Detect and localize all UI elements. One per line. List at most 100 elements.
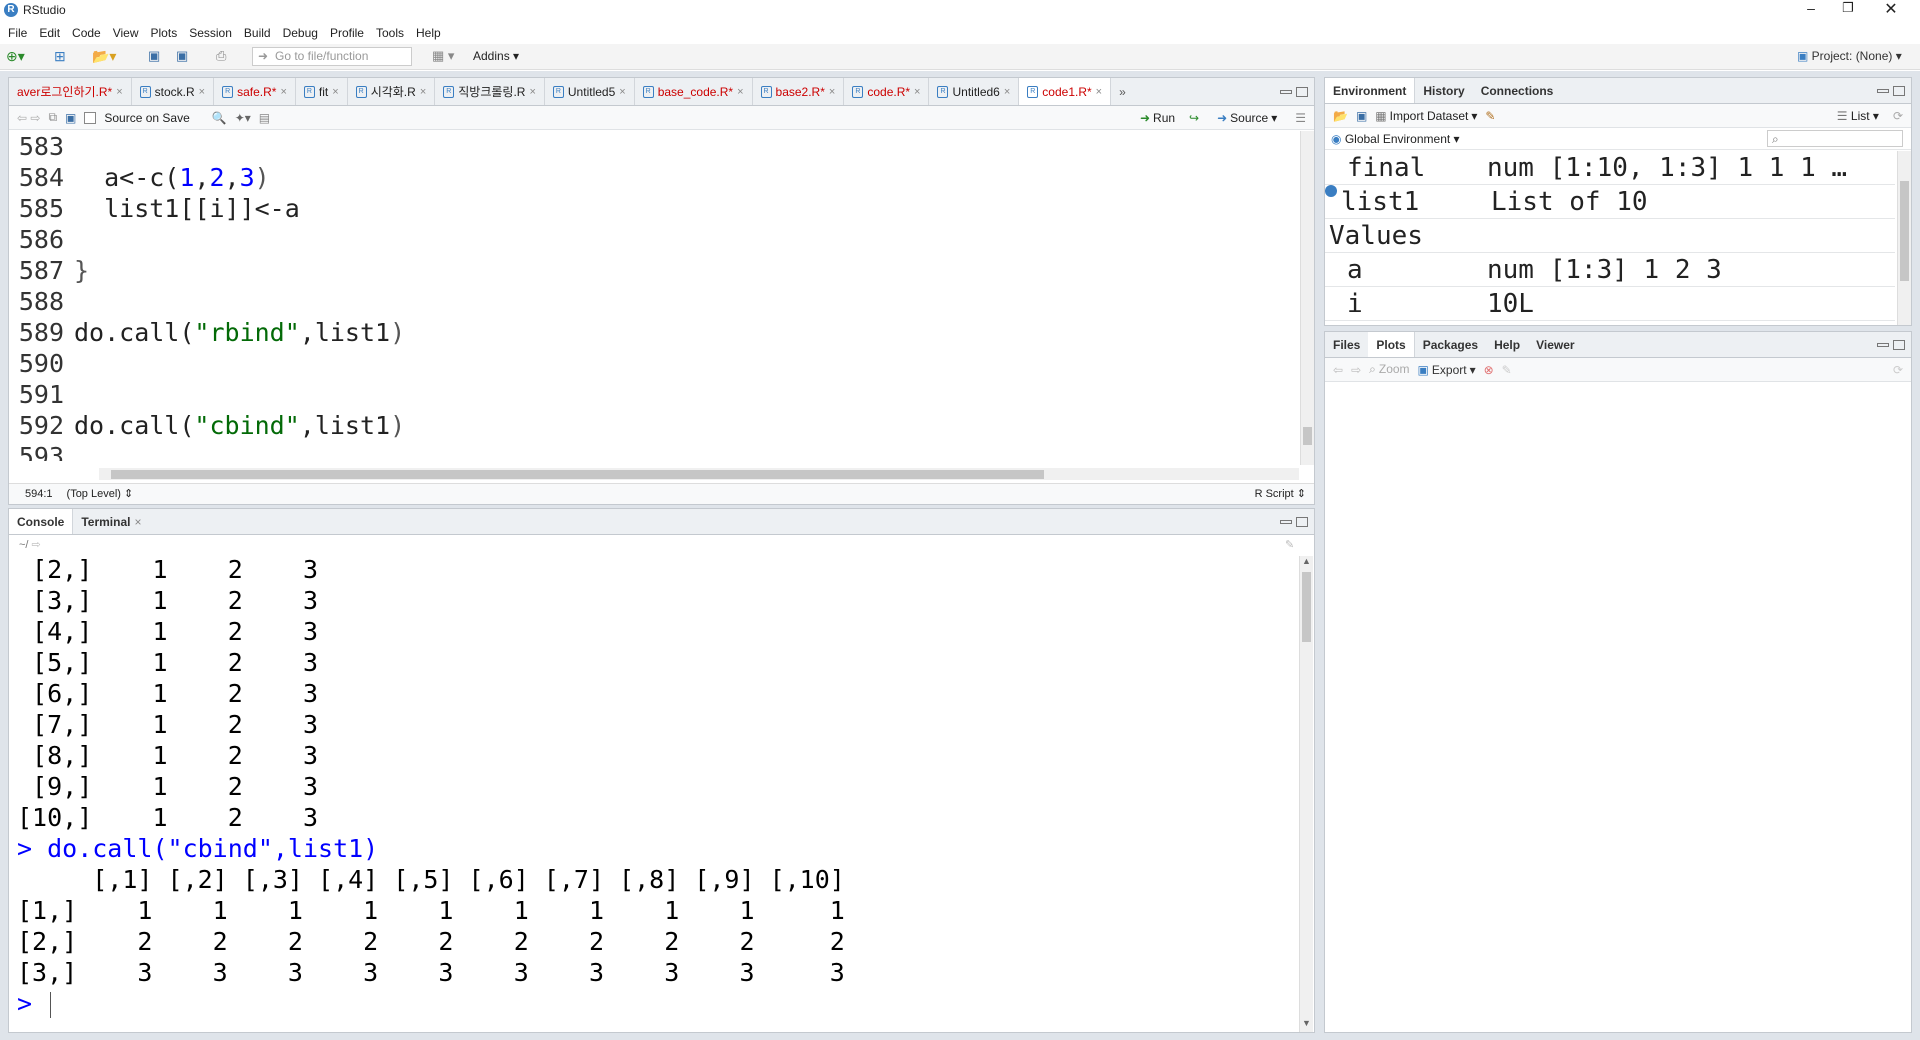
- menu-file[interactable]: File: [2, 22, 33, 44]
- env-row[interactable]: list1 List of 10: [1325, 185, 1895, 219]
- clear-console-icon[interactable]: ✎: [1285, 535, 1294, 555]
- outline-icon[interactable]: ☰: [1295, 111, 1306, 125]
- print-icon[interactable]: ⎙: [216, 48, 226, 64]
- minimize-pane-icon[interactable]: [1877, 342, 1889, 347]
- menu-tools[interactable]: Tools: [370, 22, 410, 44]
- goto-file-input[interactable]: ➜ Go to file/function: [252, 47, 412, 66]
- menu-debug[interactable]: Debug: [277, 22, 324, 44]
- maximize-pane-icon[interactable]: [1893, 339, 1905, 350]
- new-file-icon[interactable]: ⊕▾: [6, 48, 25, 65]
- maximize-pane-icon[interactable]: [1296, 516, 1308, 527]
- clear-plots-icon[interactable]: ✎: [1502, 363, 1512, 377]
- env-row[interactable]: final num [1:10, 1:3] 1 1 1 …: [1325, 151, 1895, 185]
- env-row[interactable]: a num [1:3] 1 2 3: [1325, 253, 1895, 287]
- maximize-pane-icon[interactable]: [1296, 86, 1308, 97]
- menu-session[interactable]: Session: [183, 22, 238, 44]
- maximize-pane-icon[interactable]: [1893, 85, 1905, 96]
- close-tab-icon[interactable]: ×: [914, 86, 920, 98]
- console-scroll-up-icon[interactable]: ▲: [1302, 556, 1311, 566]
- tab-console[interactable]: Console: [9, 509, 74, 534]
- close-tab-icon[interactable]: ×: [420, 86, 426, 98]
- tab-plots[interactable]: Plots: [1368, 332, 1415, 357]
- find-icon[interactable]: 🔍: [212, 111, 227, 125]
- close-tab-icon[interactable]: ×: [280, 86, 286, 98]
- console-prompt[interactable]: >: [17, 988, 1297, 1019]
- rerun-icon[interactable]: ↪: [1189, 111, 1199, 125]
- tab-packages[interactable]: Packages: [1415, 332, 1486, 357]
- editor-tab[interactable]: Rsafe.R* ×: [214, 78, 296, 105]
- menu-profile[interactable]: Profile: [324, 22, 370, 44]
- run-button[interactable]: ➜ Run: [1140, 111, 1175, 125]
- tab-help[interactable]: Help: [1486, 332, 1528, 357]
- minimize-pane-icon[interactable]: [1280, 519, 1292, 524]
- tab-history[interactable]: History: [1415, 78, 1472, 103]
- view-mode-selector[interactable]: ☰ List ▾: [1837, 109, 1879, 123]
- close-button[interactable]: ✕: [1876, 0, 1906, 19]
- editor-tab[interactable]: R Untitled5 ×: [545, 78, 635, 105]
- remove-plot-icon[interactable]: ⊗: [1484, 363, 1494, 377]
- console-vscrollbar[interactable]: ▲ ▼: [1299, 556, 1313, 1032]
- goto-dir-icon[interactable]: ⇨: [32, 539, 41, 551]
- close-tab-icon[interactable]: ×: [829, 86, 835, 98]
- menu-help[interactable]: Help: [410, 22, 447, 44]
- compile-report-icon[interactable]: ▤: [259, 111, 270, 125]
- grid-layout-icon[interactable]: ▦ ▾: [432, 48, 454, 64]
- editor-tab[interactable]: Rstock.R ×: [132, 78, 215, 105]
- editor-tab[interactable]: Rcode1.R* ×: [1019, 78, 1112, 105]
- open-file-icon[interactable]: 📂▾: [92, 48, 116, 65]
- back-icon[interactable]: ⇦ ⇨: [17, 111, 40, 125]
- tab-viewer[interactable]: Viewer: [1528, 332, 1582, 357]
- source-button[interactable]: ➜ Source ▾: [1217, 111, 1277, 125]
- project-menu[interactable]: ▣ Project: (None) ▾: [1797, 49, 1902, 63]
- env-row[interactable]: i 10L: [1325, 287, 1895, 321]
- refresh-icon[interactable]: ⟳: [1893, 109, 1903, 123]
- scope-selector[interactable]: (Top Level) ⇕: [67, 484, 134, 504]
- editor-hscroll-thumb[interactable]: [111, 470, 1044, 479]
- editor-tab[interactable]: R 시각화.R ×: [348, 78, 436, 105]
- editor-tab[interactable]: R Untitled6 ×: [929, 78, 1020, 105]
- prev-plot-icon[interactable]: ⇦: [1333, 363, 1343, 377]
- close-tab-icon[interactable]: ×: [1096, 86, 1102, 98]
- addins-menu[interactable]: Addins ▾: [473, 49, 519, 63]
- close-tab-icon[interactable]: ×: [737, 86, 743, 98]
- zoom-button[interactable]: ⌕ Zoom: [1369, 362, 1409, 377]
- close-tab-icon[interactable]: ×: [199, 86, 205, 98]
- source-on-save-checkbox[interactable]: [84, 111, 97, 124]
- export-button[interactable]: ▣ Export ▾: [1418, 363, 1476, 377]
- editor-vscrollbar[interactable]: [1300, 131, 1314, 465]
- console-vscroll-thumb[interactable]: [1302, 572, 1311, 642]
- editor-tab[interactable]: Rcode.R* ×: [844, 78, 930, 105]
- save-icon[interactable]: ▣: [148, 48, 160, 64]
- restore-button[interactable]: ❐: [1833, 0, 1863, 20]
- minimize-button[interactable]: –: [1796, 0, 1826, 20]
- env-vscroll-thumb[interactable]: [1900, 181, 1909, 281]
- menu-build[interactable]: Build: [238, 22, 277, 44]
- editor-tab[interactable]: Rbase_code.R* ×: [635, 78, 753, 105]
- show-in-window-icon[interactable]: ⧉: [48, 110, 57, 125]
- wand-icon[interactable]: ✦▾: [235, 111, 251, 125]
- close-icon[interactable]: ×: [134, 515, 141, 529]
- editor-vscroll-thumb[interactable]: [1303, 427, 1312, 445]
- editor-tab[interactable]: R 직방크롤링.R ×: [435, 78, 545, 105]
- expand-icon[interactable]: [1325, 185, 1337, 197]
- minimize-pane-icon[interactable]: [1280, 89, 1292, 94]
- menu-view[interactable]: View: [107, 22, 145, 44]
- menu-code[interactable]: Code: [66, 22, 107, 44]
- code-area[interactable]: 583 584 a<-c(1,2,3) 585 list1[[i]]<-a 586 58…: [9, 131, 1299, 461]
- menu-edit[interactable]: Edit: [33, 22, 66, 44]
- env-vscrollbar[interactable]: [1897, 151, 1911, 325]
- environment-search-input[interactable]: ⌕: [1767, 130, 1903, 147]
- editor-hscrollbar[interactable]: [99, 468, 1299, 480]
- editor-tab[interactable]: Rfit ×: [296, 78, 348, 105]
- global-env-selector[interactable]: ◉ Global Environment ▾: [1331, 132, 1460, 146]
- close-tab-icon[interactable]: ×: [1004, 86, 1010, 98]
- close-tab-icon[interactable]: ×: [332, 86, 338, 98]
- load-workspace-icon[interactable]: 📂: [1333, 109, 1348, 123]
- broom-icon[interactable]: ✎: [1485, 109, 1495, 123]
- editor-tab[interactable]: Rbase2.R* ×: [753, 78, 845, 105]
- import-dataset-button[interactable]: ▦ Import Dataset ▾: [1375, 109, 1477, 123]
- close-tab-icon[interactable]: ×: [116, 86, 122, 98]
- tab-connections[interactable]: Connections: [1473, 78, 1562, 103]
- close-tab-icon[interactable]: ×: [619, 86, 625, 98]
- console-output[interactable]: [2,] 1 2 3 [3,] 1 2 3 [4,] 1 2 3 [5,] 1 …: [17, 554, 1297, 1032]
